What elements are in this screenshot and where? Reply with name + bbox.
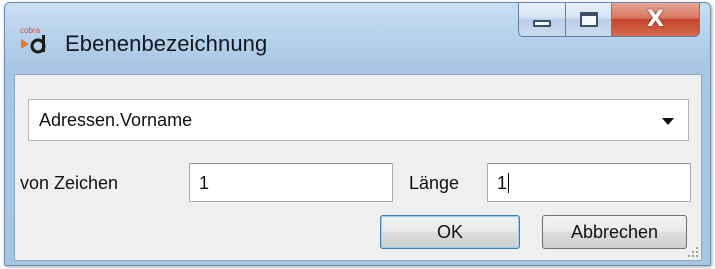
maximize-button[interactable] [566, 3, 612, 37]
caption-buttons: X [518, 3, 700, 37]
length-value-wrap: 1 [497, 173, 510, 194]
dropdown-arrow-icon[interactable] [662, 118, 674, 125]
window-title: Ebenenbezeichnung [65, 31, 268, 56]
from-char-input[interactable]: 1 [189, 163, 393, 202]
close-button[interactable]: X [612, 3, 700, 37]
field-select[interactable]: Adressen.Vorname [28, 99, 689, 141]
length-label: Länge [409, 173, 460, 193]
field-select-value: Adressen.Vorname [39, 110, 193, 130]
text-caret [508, 173, 510, 193]
dialog-content: Adressen.Vorname von Zeichen 1 Länge 1 O… [14, 74, 702, 261]
from-char-value: 1 [199, 173, 210, 193]
cancel-button[interactable]: Abbrechen [542, 215, 687, 249]
minimize-icon [533, 20, 551, 27]
cobra-app-icon: cobra [20, 26, 46, 54]
ok-button[interactable]: OK [380, 215, 520, 249]
dialog-window: cobra Ebenenbezeichnung X Adressen.Vorna… [4, 2, 711, 266]
resize-grip-icon[interactable] [687, 246, 699, 258]
app-icon-text: cobra [20, 26, 41, 35]
close-icon: X [647, 7, 664, 32]
maximize-icon [579, 12, 598, 27]
length-value: 1 [497, 173, 508, 193]
length-input[interactable]: 1 [487, 163, 691, 202]
from-char-label: von Zeichen [20, 173, 119, 193]
minimize-button[interactable] [518, 3, 566, 37]
title-bar[interactable]: cobra Ebenenbezeichnung X [5, 3, 710, 75]
